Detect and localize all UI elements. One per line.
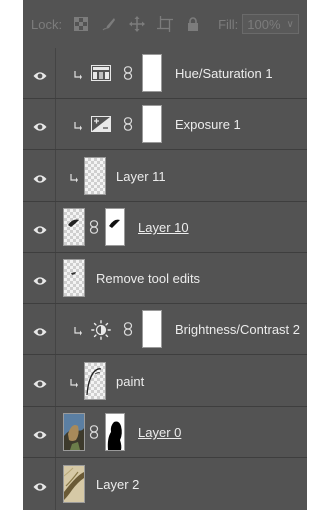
layer-thumbnail[interactable] — [84, 157, 106, 195]
layer-thumbnail[interactable] — [63, 208, 85, 246]
visibility-separator — [55, 458, 56, 510]
layer-name[interactable]: Remove tool edits — [96, 271, 200, 286]
eye-icon[interactable] — [33, 171, 47, 183]
eye-icon[interactable] — [33, 119, 47, 131]
layer-name[interactable]: Layer 10 — [138, 220, 189, 235]
clipping-arrow-icon — [70, 376, 78, 388]
layer-row[interactable]: Hue/Saturation 1 — [23, 48, 307, 99]
layer-mask-thumbnail[interactable] — [142, 54, 162, 92]
clipping-arrow-icon — [74, 68, 82, 80]
lock-transparent-pixels-icon[interactable] — [72, 15, 90, 33]
visibility-separator — [55, 202, 56, 252]
layer-name[interactable]: Layer 2 — [96, 477, 139, 492]
layer-row[interactable]: Layer 11 — [23, 150, 307, 202]
visibility-separator — [55, 407, 56, 457]
layer-row[interactable]: Layer 10 — [23, 202, 307, 253]
layer-name[interactable]: paint — [116, 374, 144, 389]
layer-row[interactable]: Layer 2 — [23, 458, 307, 510]
exposure-icon[interactable] — [91, 116, 111, 132]
visibility-separator — [55, 48, 56, 98]
eye-icon[interactable] — [33, 222, 47, 234]
visibility-separator — [55, 304, 56, 354]
lock-all-icon[interactable] — [184, 15, 202, 33]
lock-artboard-icon[interactable] — [156, 15, 174, 33]
visibility-separator — [55, 99, 56, 149]
fill-value: 100% — [247, 16, 281, 32]
fill-label: Fill: — [218, 16, 239, 32]
layer-mask-thumbnail[interactable] — [142, 105, 162, 143]
lock-image-pixels-icon[interactable] — [100, 15, 118, 33]
layer-row[interactable]: Remove tool edits — [23, 253, 307, 304]
hue-saturation-icon[interactable] — [91, 65, 111, 81]
eye-icon[interactable] — [33, 324, 47, 336]
eye-icon[interactable] — [33, 376, 47, 388]
layer-name[interactable]: Layer 11 — [116, 169, 166, 184]
lock-label: Lock: — [31, 16, 63, 32]
link-icon[interactable] — [123, 117, 133, 131]
link-icon[interactable] — [89, 425, 99, 439]
layer-mask-thumbnail[interactable] — [142, 310, 162, 348]
clipping-arrow-icon — [74, 324, 82, 336]
visibility-separator — [55, 355, 56, 406]
link-icon[interactable] — [123, 322, 133, 336]
layer-name[interactable]: Layer 0 — [138, 425, 181, 440]
layer-mask-thumbnail[interactable] — [105, 208, 125, 246]
layer-thumbnail[interactable] — [63, 259, 85, 297]
eye-icon[interactable] — [33, 427, 47, 439]
chevron-down-icon[interactable]: ∨ — [287, 19, 294, 30]
layer-thumbnail[interactable] — [63, 465, 85, 503]
layers-panel: Lock: Fill: 100% ∨ Hue/Saturation 1 Expo… — [23, 0, 307, 510]
layer-mask-thumbnail[interactable] — [105, 413, 125, 451]
layer-row[interactable]: Brightness/Contrast 2 — [23, 304, 307, 355]
layer-name[interactable]: Exposure 1 — [175, 117, 241, 132]
clipping-arrow-icon — [70, 171, 78, 183]
eye-icon[interactable] — [33, 68, 47, 80]
layer-row[interactable]: paint — [23, 355, 307, 407]
clipping-arrow-icon — [74, 119, 82, 131]
layer-name[interactable]: Brightness/Contrast 2 — [175, 322, 300, 337]
visibility-separator — [55, 253, 56, 303]
layer-thumbnail[interactable] — [84, 362, 106, 400]
layer-row[interactable]: Exposure 1 — [23, 99, 307, 150]
link-icon[interactable] — [89, 220, 99, 234]
brightness-contrast-icon[interactable] — [91, 320, 111, 340]
visibility-separator — [55, 150, 56, 201]
layer-thumbnail[interactable] — [63, 413, 85, 451]
lock-bar: Lock: Fill: 100% ∨ — [23, 0, 307, 49]
fill-input[interactable]: 100% ∨ — [242, 14, 299, 34]
lock-position-icon[interactable] — [128, 15, 146, 33]
layer-row[interactable]: Layer 0 — [23, 407, 307, 458]
layer-name[interactable]: Hue/Saturation 1 — [175, 66, 273, 81]
eye-icon[interactable] — [33, 273, 47, 285]
link-icon[interactable] — [123, 66, 133, 80]
eye-icon[interactable] — [33, 479, 47, 491]
